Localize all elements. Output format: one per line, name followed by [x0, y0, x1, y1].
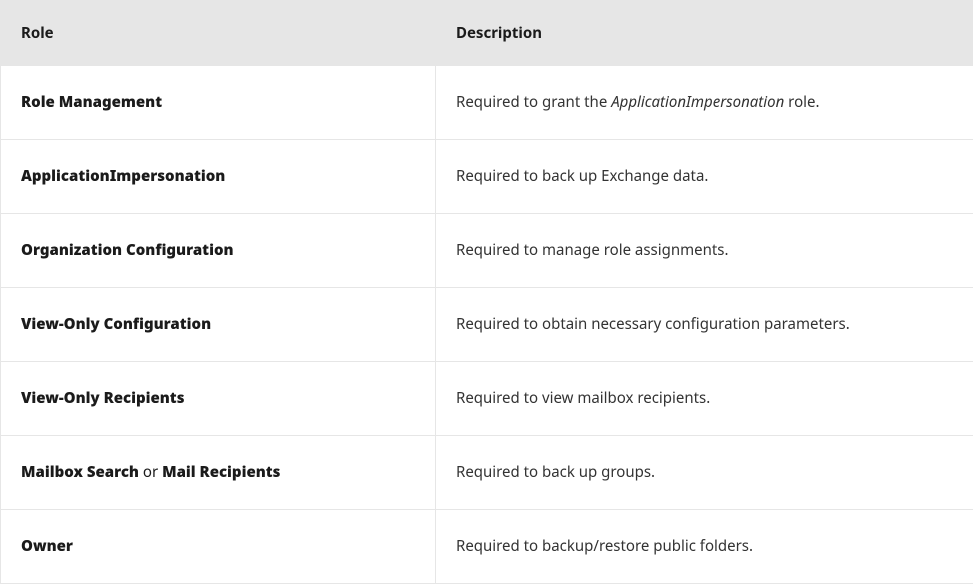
- description-cell: Required to view mailbox recipients.: [436, 362, 973, 436]
- header-description: Description: [436, 1, 973, 66]
- table-row: Organization ConfigurationRequired to ma…: [1, 214, 973, 288]
- table-body: Role ManagementRequired to grant the App…: [1, 66, 973, 584]
- role-cell: View-Only Recipients: [1, 362, 436, 436]
- header-role: Role: [1, 1, 436, 66]
- description-cell: Required to obtain necessary configurati…: [436, 288, 973, 362]
- table-row: Role ManagementRequired to grant the App…: [1, 66, 973, 140]
- table-row: View-Only RecipientsRequired to view mai…: [1, 362, 973, 436]
- table-row: View-Only ConfigurationRequired to obtai…: [1, 288, 973, 362]
- role-cell: Organization Configuration: [1, 214, 436, 288]
- role-cell: Role Management: [1, 66, 436, 140]
- description-cell: Required to backup/restore public folder…: [436, 510, 973, 584]
- role-cell: Mailbox Search or Mail Recipients: [1, 436, 436, 510]
- table-row: Mailbox Search or Mail RecipientsRequire…: [1, 436, 973, 510]
- description-cell: Required to back up Exchange data.: [436, 140, 973, 214]
- table-header-row: Role Description: [1, 1, 973, 66]
- role-cell: ApplicationImpersonation: [1, 140, 436, 214]
- description-cell: Required to back up groups.: [436, 436, 973, 510]
- table-row: ApplicationImpersonationRequired to back…: [1, 140, 973, 214]
- roles-table: Role Description Role ManagementRequired…: [0, 0, 973, 584]
- description-cell: Required to manage role assignments.: [436, 214, 973, 288]
- role-cell: View-Only Configuration: [1, 288, 436, 362]
- table-row: OwnerRequired to backup/restore public f…: [1, 510, 973, 584]
- role-cell: Owner: [1, 510, 436, 584]
- description-cell: Required to grant the ApplicationImperso…: [436, 66, 973, 140]
